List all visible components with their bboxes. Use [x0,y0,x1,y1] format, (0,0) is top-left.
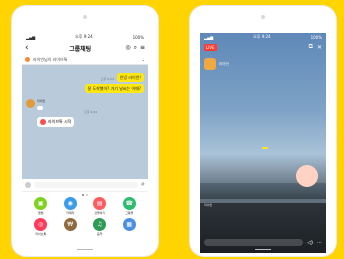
avatar[interactable] [26,99,35,108]
back-icon[interactable]: ‹ [25,43,35,53]
streamer-name: 라이언 [219,61,229,66]
attachment-item[interactable]: ☎ 그룹콜 [115,197,145,215]
message-bubble[interactable]: 잘 도착했어? 거기 날씨는 어때? [84,84,144,93]
live-call-icon[interactable]: ◎ [125,44,130,52]
attachment-item[interactable]: ▤ 선물하기 [85,197,115,215]
calendar-icon: ▦ [122,218,136,231]
streamer-info: 라이언 [204,58,229,70]
message-bubble[interactable] [37,106,43,110]
attachment-item[interactable]: ◉ 카메라 [56,197,86,215]
live-badge: LIVE [204,43,217,51]
chat-area: 안녕 라이언! 오후 9:24 잘 도착했어? 거기 날씨는 어때? 라이언 오… [22,65,148,179]
camera-icon: ◉ [63,197,77,210]
right-phone: ▂▄▆ 오후 9:24 100% LIVE ⧉ ✕ 라이언 라이언 ◁) ⋯ [190,6,336,256]
chevron-down-icon[interactable]: ⌄ [142,57,145,62]
live-icon: ◎ [34,218,48,231]
mute-icon[interactable]: ◁) [307,240,313,246]
gift-icon: ▤ [93,197,107,210]
status-time: 오후 9:24 [75,34,93,39]
status-bar: ▂▄▆ 오후 9:24 100% [200,33,326,41]
attachment-grid: ▣ 앨범 ◉ 카메라 ▤ 선물하기 ☎ 그룹콜 ◎ 라이브톡 ₩ ♫ 음악 ▦ [22,197,148,236]
left-phone: ▂▄▆ 오후 9:24 100% ‹ 그룹채팅 ◎ ⌕ ≡ 라이언님이 라이브톡… [12,6,158,256]
input-bar: # [22,179,148,192]
live-icon [40,119,46,125]
music-icon: ♫ [93,218,107,231]
battery-text: 100% [310,34,322,40]
chat-screen: ▂▄▆ 오후 9:24 100% ‹ 그룹채팅 ◎ ⌕ ≡ 라이언님이 라이브톡… [22,33,148,253]
notice-avatar [25,57,30,62]
character-sticker [296,165,318,187]
status-time: 오후 9:24 [253,34,271,39]
page-dot [86,193,88,196]
comment-author: 라이언 [204,203,213,207]
attachment-item[interactable]: ▣ 앨범 [26,197,56,215]
speaker [261,15,265,19]
close-icon[interactable]: ✕ [317,44,322,51]
live-top-bar: LIVE ⧉ ✕ [200,42,326,52]
streamer-avatar [204,58,216,70]
signal-icon: ▂▄▆ [26,34,36,40]
money-icon: ₩ [63,218,77,231]
attachment-label: 선물하기 [94,211,106,215]
album-icon: ▣ [34,197,48,210]
attachment-item[interactable]: ▦ [115,218,145,236]
attachment-item[interactable]: ◎ 라이브톡 [26,218,56,236]
message-time: 오후 9:24 [84,110,98,114]
comment-list: 라이언 [204,203,284,209]
call-icon: ☎ [122,197,136,210]
live-pill-label: 라이브톡 시작 [48,119,72,124]
attachment-label: 라이브톡 [35,232,47,236]
notice-text: 라이언님이 라이브톡 [33,56,68,62]
message-input[interactable] [34,182,138,188]
signal-icon: ▂▄▆ [204,34,214,40]
page-dot [82,193,84,196]
speech-bubble [262,147,268,149]
minimize-icon[interactable]: ⧉ [309,43,313,51]
comment-input[interactable] [204,239,304,246]
message-bubble[interactable]: 안녕 라이언! [116,73,144,82]
attachment-label: 카메라 [66,211,75,215]
live-bottom-bar: ◁) ⋯ [204,238,322,247]
notice-bar[interactable]: 라이언님이 라이브톡 ⌄ [22,55,148,65]
more-icon[interactable]: ⋯ [317,240,322,246]
close-icon[interactable] [25,182,31,188]
attachment-item[interactable]: ₩ [56,218,86,236]
menu-icon[interactable]: ≡ [140,44,145,52]
search-icon[interactable]: ⌕ [134,44,137,52]
comment: 라이언 [204,203,284,207]
hash-icon[interactable]: # [141,182,145,188]
attachment-label: 그룹콜 [125,211,134,215]
attachment-label: 앨범 [37,211,44,215]
sender-name: 라이언 [37,99,46,103]
attachment-label: 음악 [96,232,103,236]
chat-header: ‹ 그룹채팅 ◎ ⌕ ≡ [22,41,148,55]
home-indicator [255,249,271,250]
attachment-item[interactable]: ♫ 음악 [85,218,115,236]
battery-text: 100% [132,34,144,40]
live-talk-pill[interactable]: 라이브톡 시작 [37,117,75,127]
home-indicator [77,249,93,250]
live-video: ▂▄▆ 오후 9:24 100% LIVE ⧉ ✕ 라이언 라이언 ◁) ⋯ [200,33,326,253]
status-bar: ▂▄▆ 오후 9:24 100% [22,33,148,41]
message-time: 오후 9:24 [100,77,114,81]
live-screen: ▂▄▆ 오후 9:24 100% LIVE ⧉ ✕ 라이언 라이언 ◁) ⋯ [200,33,326,253]
speaker [83,15,87,19]
chat-title: 그룹채팅 [69,45,92,53]
